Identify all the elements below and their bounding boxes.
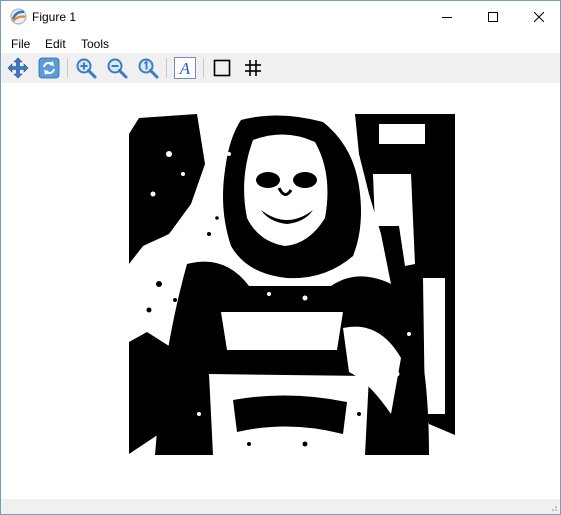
status-bar <box>1 499 560 514</box>
thresholded-photo <box>129 114 455 455</box>
minimize-icon <box>442 17 452 18</box>
window-title: Figure 1 <box>32 10 77 24</box>
pan-icon <box>7 57 29 79</box>
toolbar-separator <box>203 58 204 78</box>
minimize-button[interactable] <box>424 1 470 33</box>
maximize-button[interactable] <box>470 1 516 33</box>
toolbar: A <box>1 53 560 83</box>
toolbar-separator <box>67 58 68 78</box>
refresh-icon <box>38 57 60 79</box>
menu-file[interactable]: File <box>11 37 30 51</box>
zoom-reset-button[interactable] <box>136 56 160 80</box>
figure-canvas[interactable] <box>1 83 560 499</box>
zoom-in-icon <box>76 58 97 79</box>
close-button[interactable] <box>516 1 560 33</box>
menu-tools[interactable]: Tools <box>81 37 109 51</box>
figure-window: Figure 1 File Edit Tools A <box>0 0 561 515</box>
pan-button[interactable] <box>6 56 30 80</box>
zoom-out-button[interactable] <box>105 56 129 80</box>
menu-bar: File Edit Tools <box>1 34 560 53</box>
text-icon: A <box>174 57 196 79</box>
app-logo-icon <box>10 8 27 25</box>
text-icon-glyph: A <box>179 59 191 78</box>
menu-edit[interactable]: Edit <box>45 37 66 51</box>
grid-button[interactable] <box>241 56 265 80</box>
zoom-out-icon <box>107 58 128 79</box>
title-bar[interactable]: Figure 1 <box>1 1 560 33</box>
rectangle-button[interactable] <box>210 56 234 80</box>
rectangle-icon <box>213 59 231 77</box>
zoom-reset-icon <box>138 58 159 79</box>
refresh-button[interactable] <box>37 56 61 80</box>
maximize-icon <box>488 12 498 22</box>
text-button[interactable]: A <box>173 56 197 80</box>
close-icon <box>534 12 544 22</box>
resize-grip-icon[interactable] <box>548 502 558 512</box>
zoom-in-button[interactable] <box>74 56 98 80</box>
toolbar-separator <box>166 58 167 78</box>
grid-icon <box>245 60 261 76</box>
